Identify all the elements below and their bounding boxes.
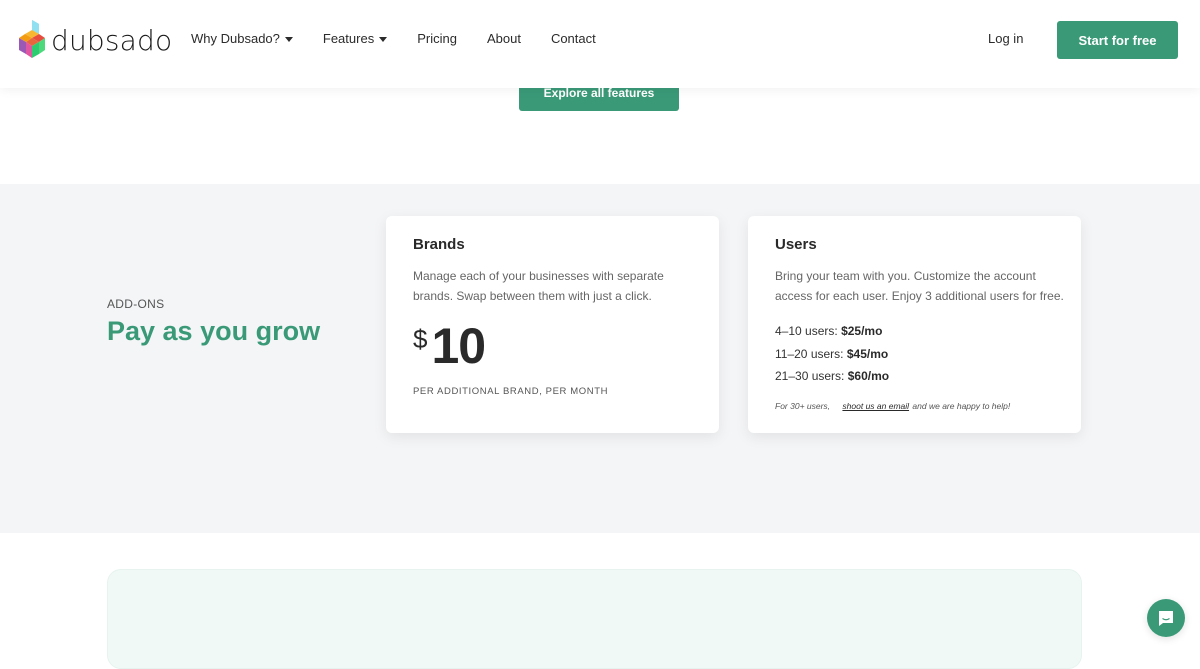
tier-range: 4–10 users:: [775, 324, 838, 338]
nav-label: About: [486, 31, 521, 46]
addons-section: ADD-ONS Pay as you grow Brands Manage ea…: [0, 184, 1200, 533]
nav-why-dubsado[interactable]: Why Dubsado?: [191, 31, 293, 46]
login-link[interactable]: Log in: [988, 31, 1023, 46]
footnote-suffix: and we are happy to help!: [912, 401, 1011, 411]
nav-label: Pricing: [417, 31, 457, 46]
nav-label: Features: [322, 31, 375, 46]
users-card: Users Bring your team with you. Customiz…: [748, 216, 1081, 433]
caret-down-icon: [284, 36, 293, 42]
users-title: Users: [775, 236, 817, 253]
nav-contact[interactable]: Contact: [551, 31, 596, 46]
users-tier-list: 4–10 users: $25/mo 11–20 users: $45/mo 2…: [775, 320, 889, 388]
users-description: Bring your team with you. Customize the …: [775, 269, 1064, 303]
nav-label: Why Dubsado?: [191, 31, 280, 46]
users-footnote: For 30+ users, shoot us an email and we …: [775, 401, 1010, 411]
tier-range: 21–30 users:: [775, 369, 845, 383]
tier-price: $25/mo: [841, 324, 883, 338]
brands-title: Brands: [413, 236, 465, 253]
brands-card: Brands Manage each of your businesses wi…: [386, 216, 719, 433]
brands-description: Manage each of your businesses with sepa…: [413, 269, 664, 303]
tier-range: 11–20 users:: [775, 346, 844, 361]
start-for-free-button[interactable]: Start for free: [1057, 21, 1178, 59]
logo-text: dubsado: [51, 23, 173, 57]
dubsado-logo-icon: [19, 20, 45, 58]
tier-row: 11–20 users: $45/mo: [775, 343, 889, 366]
next-section-panel: [107, 569, 1082, 669]
tier-row: 21–30 users: $60/mo: [775, 365, 889, 388]
tier-price: $60/mo: [847, 369, 890, 383]
chat-bubble-icon: [1159, 611, 1173, 626]
nav-features[interactable]: Features: [322, 31, 388, 46]
price-amount: 10: [431, 318, 486, 374]
addons-headline: Pay as you grow: [107, 316, 321, 346]
logo[interactable]: dubsado: [19, 20, 172, 60]
tier-row: 4–10 users: $25/mo: [775, 320, 889, 343]
addons-eyebrow: ADD-ONS: [107, 297, 165, 311]
main-nav: Why Dubsado? Features Pricing About Cont…: [191, 31, 626, 46]
nav-label: Contact: [550, 31, 596, 46]
caret-down-icon: [379, 36, 388, 42]
site-header: dubsado Why Dubsado? Features Pricing Ab…: [0, 0, 1200, 88]
footnote-prefix: For 30+ users,: [775, 401, 831, 411]
chat-widget-button[interactable]: [1147, 599, 1185, 637]
tier-price: $45/mo: [846, 346, 889, 361]
brands-price-note: PER ADDITIONAL BRAND, PER MONTH: [413, 386, 609, 397]
nav-about[interactable]: About: [487, 31, 521, 46]
brands-price: $ 10: [413, 314, 486, 378]
email-link[interactable]: shoot us an email: [842, 401, 909, 411]
price-currency: $: [413, 324, 428, 354]
nav-pricing[interactable]: Pricing: [417, 31, 457, 46]
